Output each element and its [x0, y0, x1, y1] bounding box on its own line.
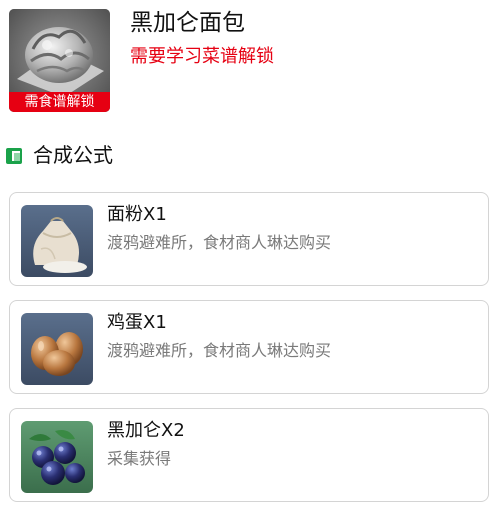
locked-badge: 需食谱解锁 — [9, 92, 110, 112]
flour-sack-icon — [21, 205, 93, 277]
ingredient-source: 采集获得 — [107, 449, 172, 468]
ingredient-image — [21, 421, 93, 493]
ingredient-name: 面粉X1 — [107, 204, 167, 225]
ingredient-name: 黑加仑X2 — [107, 420, 185, 441]
ingredient-card[interactable]: 黑加仑X2 采集获得 — [9, 408, 489, 502]
section-title: 合成公式 — [33, 143, 113, 167]
ingredient-image — [21, 205, 93, 277]
ingredient-source: 渡鸦避难所，食材商人琳达购买 — [107, 341, 332, 360]
ingredient-image — [21, 313, 93, 385]
unlock-hint: 需要学习菜谱解锁 — [130, 46, 274, 67]
eggs-icon — [21, 313, 93, 385]
item-header: 需食谱解锁 黑加仑面包 需要学习菜谱解锁 — [0, 0, 500, 120]
ingredient-name: 鸡蛋X1 — [107, 312, 167, 333]
ingredient-card[interactable]: 鸡蛋X1 渡鸦避难所，食材商人琳达购买 — [9, 300, 489, 394]
square-bullet-icon — [6, 148, 22, 164]
ingredient-card[interactable]: 面粉X1 渡鸦避难所，食材商人琳达购买 — [9, 192, 489, 286]
item-image[interactable]: 需食谱解锁 — [9, 9, 110, 112]
blackcurrant-icon — [21, 421, 93, 493]
item-title: 黑加仑面包 — [130, 10, 245, 36]
ingredient-source: 渡鸦避难所，食材商人琳达购买 — [107, 233, 332, 252]
